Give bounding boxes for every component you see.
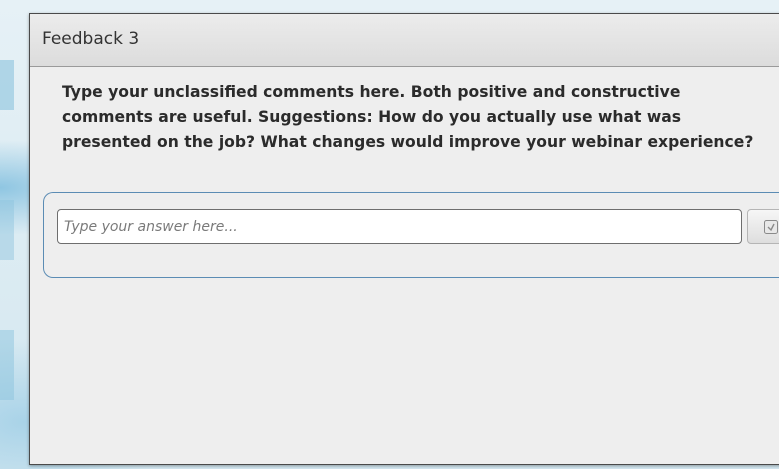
pod-title: Feedback 3 [42,29,140,49]
background-decoration [0,200,14,260]
background-decoration [0,60,14,110]
answer-input[interactable] [57,209,742,244]
submit-answer-button[interactable] [747,209,779,244]
send-icon [764,220,778,234]
pod-header: Feedback 3 [30,14,779,67]
background-decoration [0,330,14,400]
question-text: Type your unclassified comments here. Bo… [62,83,754,151]
feedback-pod: Feedback 3 Type your unclassified commen… [29,13,779,465]
